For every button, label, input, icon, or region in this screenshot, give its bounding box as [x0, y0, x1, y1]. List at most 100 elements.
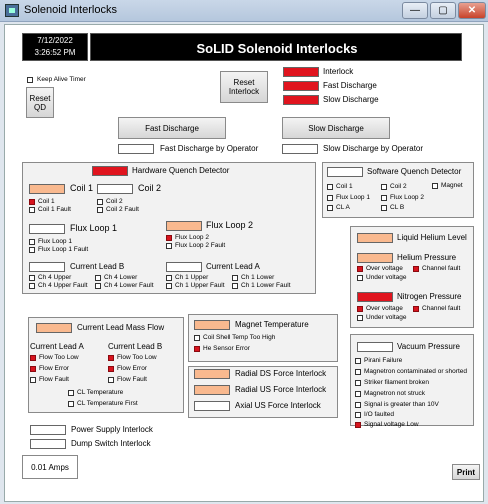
n2-under-voltage-label: Under voltage	[366, 314, 407, 321]
axial-us-label: Axial US Force Interlock	[235, 401, 321, 410]
coil-shell-temp-label: Coil Shell Temp Too High	[203, 334, 276, 341]
sqd-magnet-checkbox[interactable]	[432, 183, 438, 189]
vacuum-item-checkbox[interactable]	[355, 391, 361, 397]
ch4-upper-label: Ch 4 Upper	[38, 274, 72, 281]
flux-loop1-indicator	[29, 224, 65, 234]
fast-discharge-button[interactable]: Fast Discharge	[118, 117, 226, 139]
flux-loop1-checkbox[interactable]	[29, 239, 35, 245]
interlock-indicator	[283, 67, 319, 77]
ch4-lower-fault-checkbox[interactable]	[95, 283, 101, 289]
vacuum-item-checkbox[interactable]	[355, 369, 361, 375]
coil2-label: Coil 2	[138, 183, 162, 193]
vacuum-item-label: Magnetron not struck	[364, 390, 426, 397]
slow-discharge-button[interactable]: Slow Discharge	[282, 117, 390, 139]
sqd-flux-loop1-checkbox[interactable]	[327, 195, 333, 201]
vacuum-title: Vacuum Pressure	[397, 342, 460, 351]
n2-over-voltage-checkbox[interactable]	[357, 306, 363, 312]
ch1-upper-checkbox[interactable]	[166, 275, 172, 281]
cla-flow-error-label: Flow Error	[39, 365, 69, 372]
cl-temperature-first-label: CL Temperature First	[77, 400, 138, 407]
magnet-temp-title: Magnet Temperature	[235, 320, 309, 329]
n2-under-voltage-checkbox[interactable]	[357, 315, 363, 321]
cla-flow-error-checkbox[interactable]	[30, 366, 36, 372]
minimize-button[interactable]: —	[402, 2, 428, 19]
sqd-flux-loop1-label: Flux Loop 1	[336, 194, 370, 201]
date-value: 7/12/2022	[37, 36, 73, 45]
interlock-label: Interlock	[323, 67, 354, 76]
cl-temperature-checkbox[interactable]	[68, 390, 74, 396]
reset-interlock-button[interactable]: Reset Interlock	[220, 71, 268, 103]
ch1-lower-fault-checkbox[interactable]	[232, 283, 238, 289]
clmf-lead-b-label: Current Lead B	[108, 342, 163, 351]
coil2-checkbox[interactable]	[97, 199, 103, 205]
n2-channel-fault-checkbox[interactable]	[413, 306, 419, 312]
sqd-cla-checkbox[interactable]	[327, 205, 333, 211]
flux-loop2-fault-checkbox[interactable]	[166, 243, 172, 249]
sqd-coil2-label: Coil 2	[390, 183, 407, 190]
he-sensor-error-checkbox[interactable]	[194, 346, 200, 352]
keep-alive-checkbox[interactable]	[27, 77, 33, 83]
cl-temperature-first-checkbox[interactable]	[68, 401, 74, 407]
close-button[interactable]: ✕	[458, 2, 486, 19]
ch4-lower-checkbox[interactable]	[95, 275, 101, 281]
print-button[interactable]: Print	[452, 464, 480, 480]
vacuum-item-checkbox[interactable]	[355, 380, 361, 386]
page-title: SoLID Solenoid Interlocks	[196, 41, 358, 56]
current-lead-a-indicator	[166, 262, 202, 272]
sqd-flux-loop2-checkbox[interactable]	[381, 195, 387, 201]
sqd-flux-loop2-label: Flux Loop 2	[390, 194, 424, 201]
vacuum-item-checkbox[interactable]	[355, 402, 361, 408]
coil-shell-temp-checkbox[interactable]	[194, 335, 200, 341]
sqd-clb-checkbox[interactable]	[381, 205, 387, 211]
clmf-title: Current Lead Mass Flow	[77, 323, 165, 332]
header-banner: SoLID Solenoid Interlocks	[90, 33, 462, 61]
cla-flow-too-low-checkbox[interactable]	[30, 355, 36, 361]
maximize-button[interactable]: ▢	[430, 2, 456, 19]
vacuum-item-checkbox[interactable]	[355, 412, 361, 418]
reset-qd-button[interactable]: Reset QD	[26, 87, 54, 118]
radial-us-indicator	[194, 385, 230, 395]
flux-loop2-fault-label: Flux Loop 2 Fault	[175, 242, 226, 249]
sqd-title: Software Quench Detector	[367, 167, 462, 176]
vacuum-item-checkbox[interactable]	[355, 358, 361, 364]
radial-ds-label: Radial DS Force Interlock	[235, 369, 327, 378]
ch4-upper-fault-checkbox[interactable]	[29, 283, 35, 289]
flux-loop1-fault-checkbox[interactable]	[29, 247, 35, 253]
magnet-temp-indicator	[194, 320, 230, 330]
helium-pressure-label: Helium Pressure	[397, 253, 457, 262]
clb-flow-fault-checkbox[interactable]	[108, 377, 114, 383]
cla-flow-fault-checkbox[interactable]	[30, 377, 36, 383]
helium-pressure-indicator	[357, 253, 393, 263]
clb-flow-too-low-checkbox[interactable]	[108, 355, 114, 361]
nitrogen-pressure-indicator	[357, 292, 393, 302]
sqd-coil1-checkbox[interactable]	[327, 184, 333, 190]
cl-temperature-label: CL Temperature	[77, 389, 124, 396]
clb-flow-error-checkbox[interactable]	[108, 366, 114, 372]
dump-switch-label: Dump Switch Interlock	[71, 439, 151, 448]
he-channel-fault-checkbox[interactable]	[413, 266, 419, 272]
coil1-fault-checkbox[interactable]	[29, 207, 35, 213]
flux-loop2-checkbox[interactable]	[166, 235, 172, 241]
flux-loop2-indicator	[166, 221, 202, 231]
ch4-upper-checkbox[interactable]	[29, 275, 35, 281]
app-icon	[5, 4, 19, 17]
vacuum-item-label: I/O faulted	[364, 411, 394, 418]
clmf-indicator	[36, 323, 72, 333]
sqd-coil2-checkbox[interactable]	[381, 184, 387, 190]
he-over-voltage-label: Over voltage	[366, 265, 403, 272]
cla-flow-fault-label: Flow Fault	[39, 376, 69, 383]
coil1-checkbox[interactable]	[29, 199, 35, 205]
coil2-fault-label: Coil 2 Fault	[106, 206, 139, 213]
n2-channel-fault-label: Channel fault	[422, 305, 461, 312]
he-under-voltage-label: Under voltage	[366, 274, 407, 281]
vacuum-item-checkbox[interactable]	[355, 422, 361, 428]
vacuum-item-label: Magnetron contaminated or shorted	[364, 368, 467, 375]
flux-loop1-fault-label: Flux Loop 1 Fault	[38, 246, 89, 253]
coil2-fault-checkbox[interactable]	[97, 207, 103, 213]
he-under-voltage-checkbox[interactable]	[357, 275, 363, 281]
time-value: 3:26:52 PM	[34, 48, 76, 57]
coil1-cb-label: Coil 1	[38, 198, 55, 205]
ch1-lower-checkbox[interactable]	[232, 275, 238, 281]
ch1-upper-fault-checkbox[interactable]	[166, 283, 172, 289]
he-over-voltage-checkbox[interactable]	[357, 266, 363, 272]
